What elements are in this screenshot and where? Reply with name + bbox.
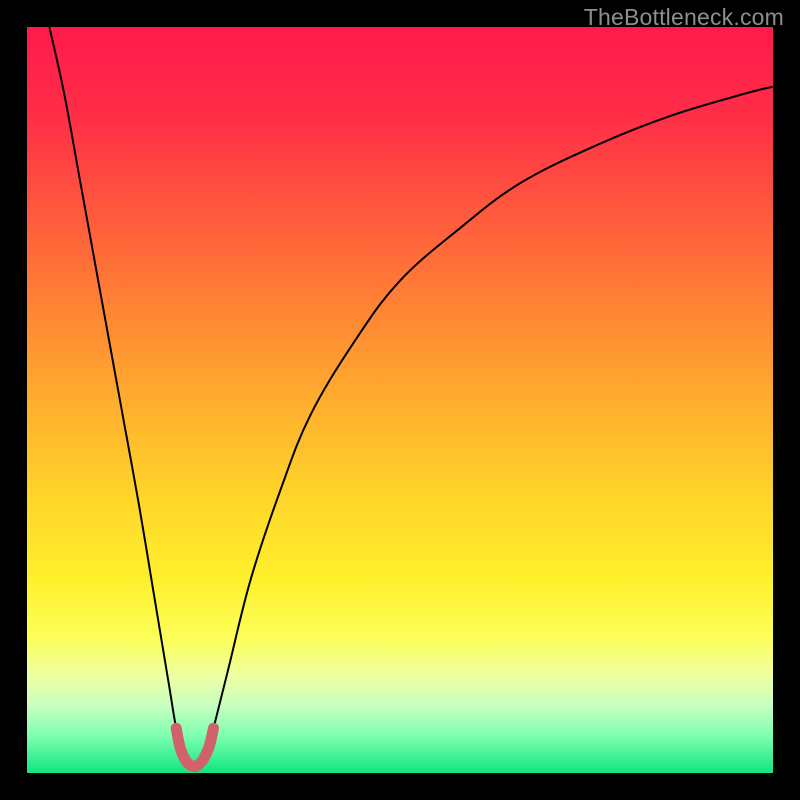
curve-layer: [27, 27, 773, 773]
watermark-text: TheBottleneck.com: [584, 4, 784, 31]
bottleneck-curve: [49, 27, 773, 771]
trough-marker: [176, 728, 213, 766]
chart-frame: TheBottleneck.com: [0, 0, 800, 800]
plot-area: [27, 27, 773, 773]
